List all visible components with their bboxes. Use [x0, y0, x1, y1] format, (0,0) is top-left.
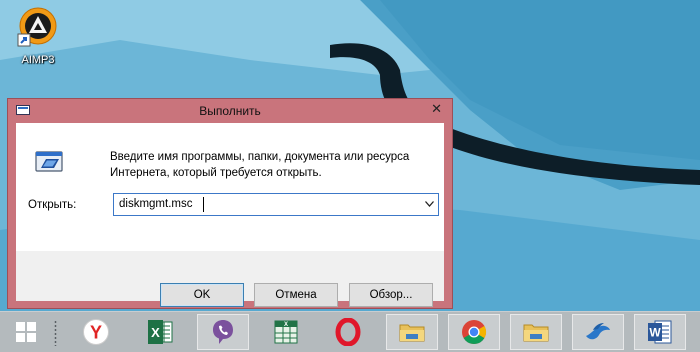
svg-text:X: X	[284, 322, 288, 328]
excel-workbook-icon: X	[274, 320, 298, 344]
ok-button[interactable]: OK	[160, 283, 244, 307]
close-icon[interactable]: ✕	[431, 101, 442, 117]
cancel-button[interactable]: Отмена	[254, 283, 338, 307]
svg-text:W: W	[649, 326, 661, 340]
taskbar-item-word[interactable]: W	[634, 314, 686, 350]
excel-icon: X	[148, 320, 173, 344]
dialog-title: Выполнить	[199, 104, 261, 118]
taskbar-item-bird-app[interactable]	[572, 314, 624, 350]
word-icon: W	[648, 320, 672, 344]
text-cursor	[203, 197, 204, 212]
taskbar-item-excel-workbook[interactable]: X	[260, 314, 312, 350]
svg-text:Y: Y	[90, 323, 102, 343]
start-button[interactable]	[0, 314, 52, 350]
dialog-description: Введите имя программы, папки, документа …	[110, 151, 410, 179]
taskbar-item-file-explorer-2[interactable]	[510, 314, 562, 350]
taskbar: Y X X W	[0, 311, 700, 352]
windows-logo-icon	[16, 322, 36, 342]
chrome-icon	[462, 320, 487, 345]
taskbar-item-viber[interactable]	[197, 314, 249, 350]
taskbar-item-excel[interactable]: X	[134, 314, 186, 350]
open-input[interactable]: diskmgmt.msc	[119, 198, 192, 210]
desktop-icon-aimp3[interactable]: AIMP3	[12, 6, 64, 66]
dialog-client-area: Введите имя программы, папки, документа …	[16, 123, 444, 307]
taskbar-grip[interactable]	[54, 320, 57, 346]
taskbar-item-opera[interactable]	[322, 314, 374, 350]
open-combobox[interactable]: diskmgmt.msc	[113, 193, 439, 216]
open-label: Открыть:	[28, 199, 77, 211]
taskbar-item-chrome[interactable]	[448, 314, 500, 350]
svg-text:X: X	[151, 325, 160, 340]
run-dialog: Выполнить ✕ Введите имя программы, папки…	[7, 98, 453, 309]
aimp-icon	[17, 7, 57, 47]
browse-button[interactable]: Обзор...	[349, 283, 433, 307]
dialog-titlebar[interactable]: Выполнить ✕	[8, 99, 452, 123]
bird-app-icon	[586, 323, 610, 340]
run-program-icon	[35, 151, 63, 172]
chevron-down-icon[interactable]	[425, 201, 434, 207]
viber-icon	[213, 320, 233, 344]
yandex-browser-icon: Y	[83, 319, 109, 345]
file-explorer-icon	[399, 324, 425, 342]
desktop-icon-label: AIMP3	[21, 54, 55, 66]
file-explorer-icon	[523, 324, 549, 342]
taskbar-item-yandex-browser[interactable]: Y	[70, 314, 122, 350]
opera-icon	[335, 318, 361, 346]
taskbar-item-file-explorer[interactable]	[386, 314, 438, 350]
